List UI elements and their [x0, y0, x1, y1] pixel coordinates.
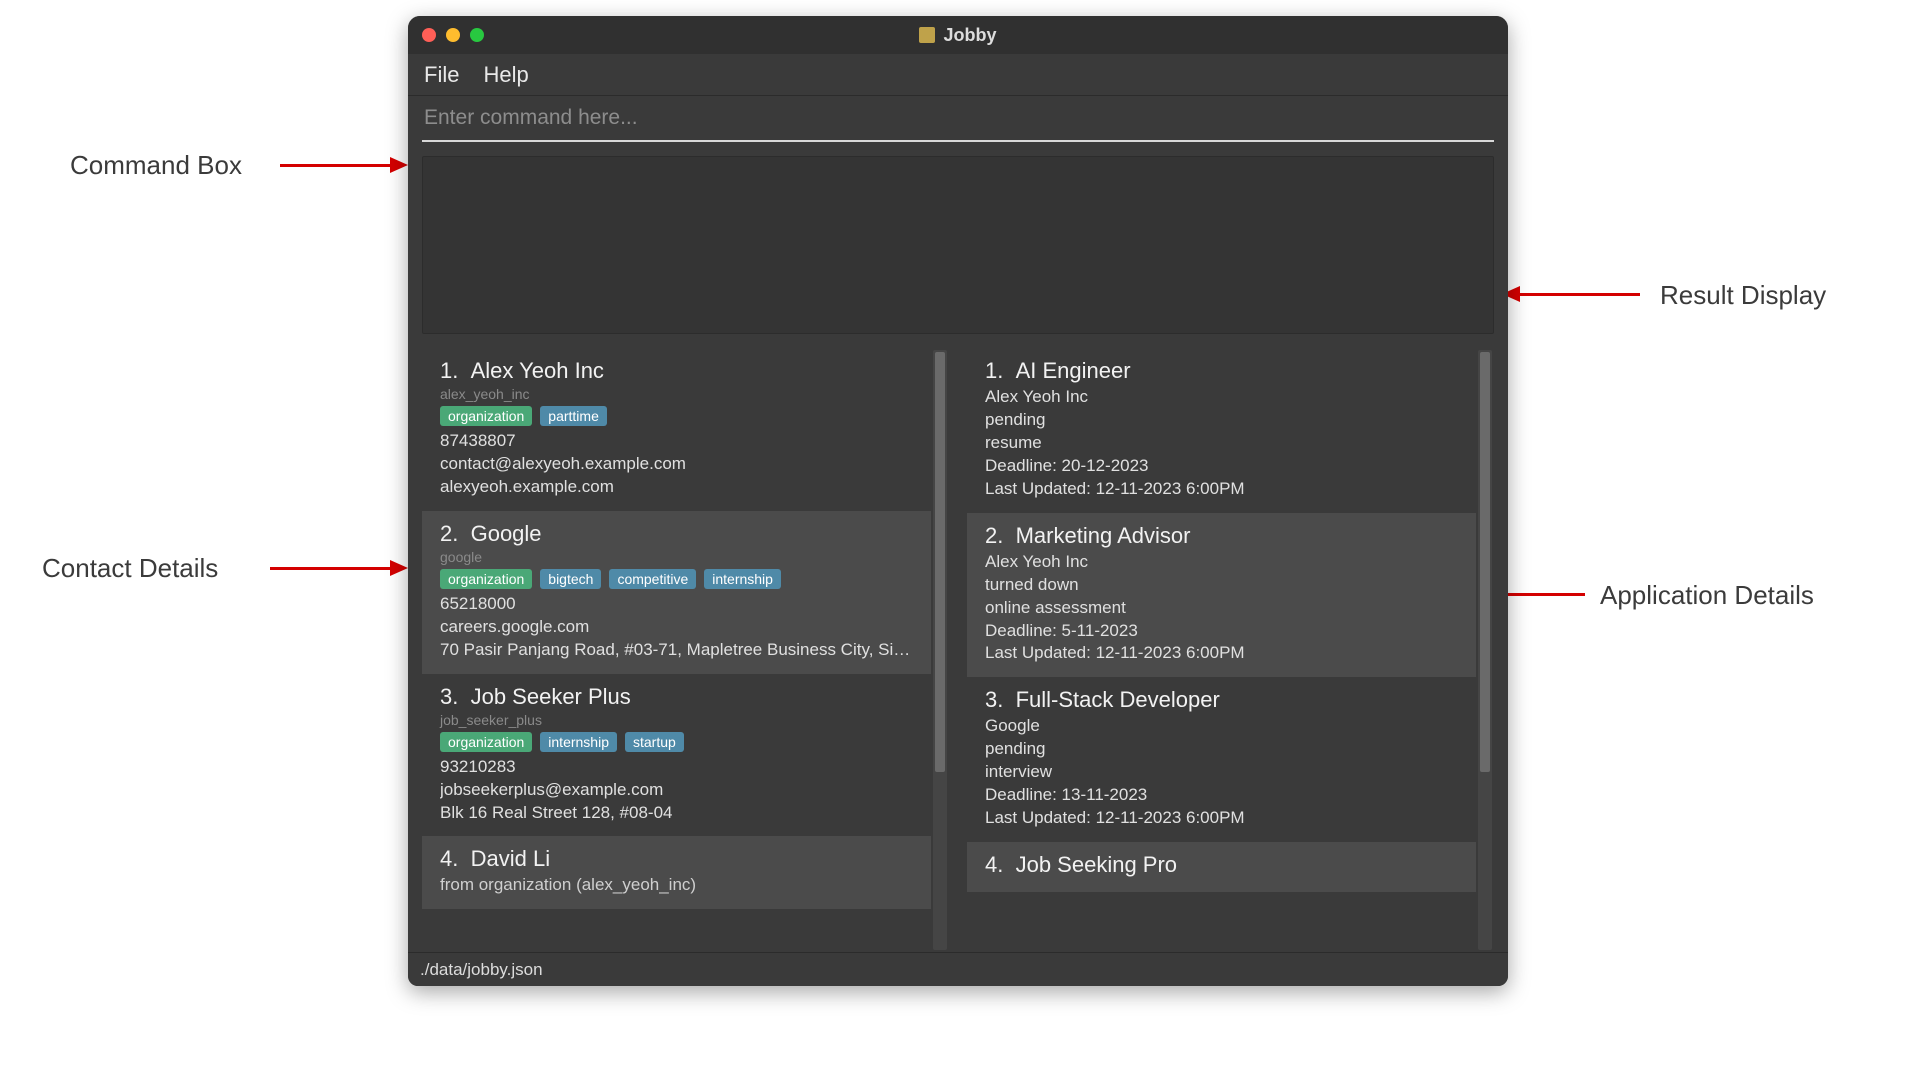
contact-name: David Li: [471, 846, 550, 871]
contact-num: 3.: [440, 684, 458, 709]
app-line: Deadline: 5-11-2023: [985, 620, 1458, 643]
contact-name: Alex Yeoh Inc: [471, 358, 604, 383]
contact-line: 87438807: [440, 430, 913, 453]
contact-line: from organization (alex_yeoh_inc): [440, 874, 913, 897]
app-window: Jobby File Help 1. Alex Yeoh Inc alex_ye…: [408, 16, 1508, 986]
contact-line: contact@alexyeoh.example.com: [440, 453, 913, 476]
tag: organization: [440, 406, 532, 426]
application-card[interactable]: 1. AI Engineer Alex Yeoh Inc pending res…: [967, 348, 1476, 513]
tag: parttime: [540, 406, 607, 426]
contact-name: Google: [471, 521, 542, 546]
tag: organization: [440, 569, 532, 589]
app-line: Last Updated: 12-11-2023 6:00PM: [985, 807, 1458, 830]
app-line: online assessment: [985, 597, 1458, 620]
contact-id: alex_yeoh_inc: [440, 386, 913, 402]
contacts-panel: 1. Alex Yeoh Inc alex_yeoh_inc organizat…: [422, 348, 949, 952]
app-line: Alex Yeoh Inc: [985, 386, 1458, 409]
application-card[interactable]: 4. Job Seeking Pro: [967, 842, 1476, 892]
contact-num: 1.: [440, 358, 458, 383]
app-title: Full-Stack Developer: [1016, 687, 1220, 712]
app-line: interview: [985, 761, 1458, 784]
app-line: pending: [985, 738, 1458, 761]
menu-file[interactable]: File: [424, 62, 459, 88]
app-line: Alex Yeoh Inc: [985, 551, 1458, 574]
app-title: Marketing Advisor: [1016, 523, 1191, 548]
contact-line: jobseekerplus@example.com: [440, 779, 913, 802]
window-title: Jobby: [943, 25, 996, 46]
tag: startup: [625, 732, 684, 752]
tag: internship: [540, 732, 617, 752]
app-icon: [919, 27, 935, 43]
annot-contact-details: Contact Details: [42, 553, 218, 584]
contact-num: 4.: [440, 846, 458, 871]
contact-line: careers.google.com: [440, 616, 913, 639]
maximize-icon[interactable]: [470, 28, 484, 42]
contact-line: Blk 16 Real Street 128, #08-04: [440, 802, 913, 825]
app-num: 1.: [985, 358, 1003, 383]
tag: bigtech: [540, 569, 601, 589]
app-line: Last Updated: 12-11-2023 6:00PM: [985, 642, 1458, 665]
scrollbar[interactable]: [1478, 350, 1492, 950]
contact-num: 2.: [440, 521, 458, 546]
annot-command-box: Command Box: [70, 150, 242, 181]
application-card[interactable]: 3. Full-Stack Developer Google pending i…: [967, 677, 1476, 842]
annot-application-details: Application Details: [1600, 580, 1814, 611]
app-num: 3.: [985, 687, 1003, 712]
app-line: Last Updated: 12-11-2023 6:00PM: [985, 478, 1458, 501]
contact-line: 93210283: [440, 756, 913, 779]
statusbar: ./data/jobby.json: [408, 952, 1508, 986]
status-path: ./data/jobby.json: [420, 960, 543, 980]
app-line: turned down: [985, 574, 1458, 597]
app-num: 2.: [985, 523, 1003, 548]
applications-panel: 1. AI Engineer Alex Yeoh Inc pending res…: [967, 348, 1494, 952]
contact-name: Job Seeker Plus: [471, 684, 631, 709]
tag: organization: [440, 732, 532, 752]
command-input[interactable]: [422, 100, 1494, 142]
app-num: 4.: [985, 852, 1003, 877]
contact-line: 70 Pasir Panjang Road, #03-71, Mapletree…: [440, 639, 913, 662]
minimize-icon[interactable]: [446, 28, 460, 42]
app-line: Google: [985, 715, 1458, 738]
contact-card[interactable]: 1. Alex Yeoh Inc alex_yeoh_inc organizat…: [422, 348, 931, 511]
app-title: AI Engineer: [1016, 358, 1131, 383]
titlebar: Jobby: [408, 16, 1508, 54]
close-icon[interactable]: [422, 28, 436, 42]
contact-line: 65218000: [440, 593, 913, 616]
menubar: File Help: [408, 54, 1508, 96]
contact-card[interactable]: 4. David Li from organization (alex_yeoh…: [422, 836, 931, 909]
scrollbar[interactable]: [933, 350, 947, 950]
application-card[interactable]: 2. Marketing Advisor Alex Yeoh Inc turne…: [967, 513, 1476, 678]
app-line: pending: [985, 409, 1458, 432]
result-display: [422, 156, 1494, 334]
contact-id: google: [440, 549, 913, 565]
app-line: Deadline: 20-12-2023: [985, 455, 1458, 478]
annot-result-display: Result Display: [1660, 280, 1826, 311]
tag: competitive: [609, 569, 696, 589]
app-line: Deadline: 13-11-2023: [985, 784, 1458, 807]
app-title: Job Seeking Pro: [1016, 852, 1177, 877]
contact-card[interactable]: 2. Google google organization bigtech co…: [422, 511, 931, 674]
menu-help[interactable]: Help: [483, 62, 528, 88]
contact-line: alexyeoh.example.com: [440, 476, 913, 499]
app-line: resume: [985, 432, 1458, 455]
tag: internship: [704, 569, 781, 589]
contact-card[interactable]: 3. Job Seeker Plus job_seeker_plus organ…: [422, 674, 931, 837]
contact-id: job_seeker_plus: [440, 712, 913, 728]
